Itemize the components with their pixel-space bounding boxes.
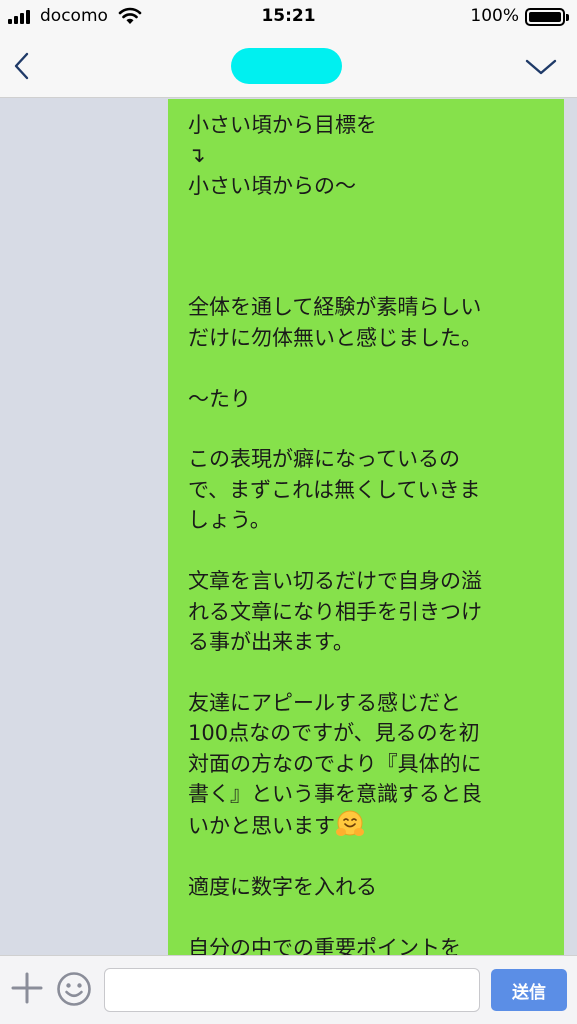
battery-percentage: 100% xyxy=(470,6,519,26)
message-line: 対面の方なのでより『具体的に xyxy=(188,751,482,776)
plus-icon[interactable] xyxy=(10,971,44,1005)
status-bar: docomo 15:21 100% xyxy=(0,0,577,34)
chevron-down-icon[interactable] xyxy=(523,52,559,80)
message-text: 小さい頃から目標を ↴ 小さい頃からの〜 全体を通して経験が素晴らしい だけに勿… xyxy=(188,110,546,955)
message-line: 友達にアピールする感じだと xyxy=(188,690,461,715)
send-button[interactable]: 送信 xyxy=(491,969,567,1011)
smiley-icon[interactable] xyxy=(56,971,92,1007)
message-line: いかと思います xyxy=(188,814,335,839)
message-line: 小さい頃から目標を xyxy=(188,113,377,137)
message-line: で、まずこれは無くしていきま xyxy=(188,477,481,502)
message-line: 自分の中での重要ポイントを xyxy=(188,935,461,955)
message-line: 小さい頃からの〜 xyxy=(188,173,356,198)
message-line: 100点なのですが、見るのを初 xyxy=(188,721,480,746)
chat-history[interactable]: 小さい頃から目標を ↴ 小さい頃からの〜 全体を通して経験が素晴らしい だけに勿… xyxy=(0,99,577,955)
hugging-face-emoji-icon xyxy=(336,810,364,837)
chat-header xyxy=(0,34,577,98)
message-line: 書く』という事を意識すると良 xyxy=(188,781,482,806)
message-line: 全体を通して経験が素晴らしい xyxy=(188,295,482,320)
message-input-bar: 送信 xyxy=(0,955,577,1024)
message-line: れる文章になり相手を引きつけ xyxy=(188,599,482,624)
message-bubble[interactable]: 小さい頃から目標を ↴ 小さい頃からの〜 全体を通して経験が素晴らしい だけに勿… xyxy=(168,99,564,955)
message-line: しょう。 xyxy=(188,508,271,533)
redacted-contact-name xyxy=(231,48,342,84)
message-line: この表現が癖になっているの xyxy=(188,447,460,472)
message-line: ↴ xyxy=(188,143,206,168)
message-line: る事が出来ます。 xyxy=(188,629,354,654)
battery-fill xyxy=(529,12,561,22)
message-line: 適度に数字を入れる xyxy=(188,875,377,900)
message-line: 〜たり xyxy=(188,386,251,411)
message-line: だけに勿体無いと感じました。 xyxy=(188,325,482,350)
back-chevron-icon[interactable] xyxy=(8,48,38,84)
message-line: 文章を言い切るだけで自身の溢 xyxy=(188,569,482,594)
battery-icon xyxy=(525,8,569,26)
message-input[interactable] xyxy=(104,968,480,1012)
